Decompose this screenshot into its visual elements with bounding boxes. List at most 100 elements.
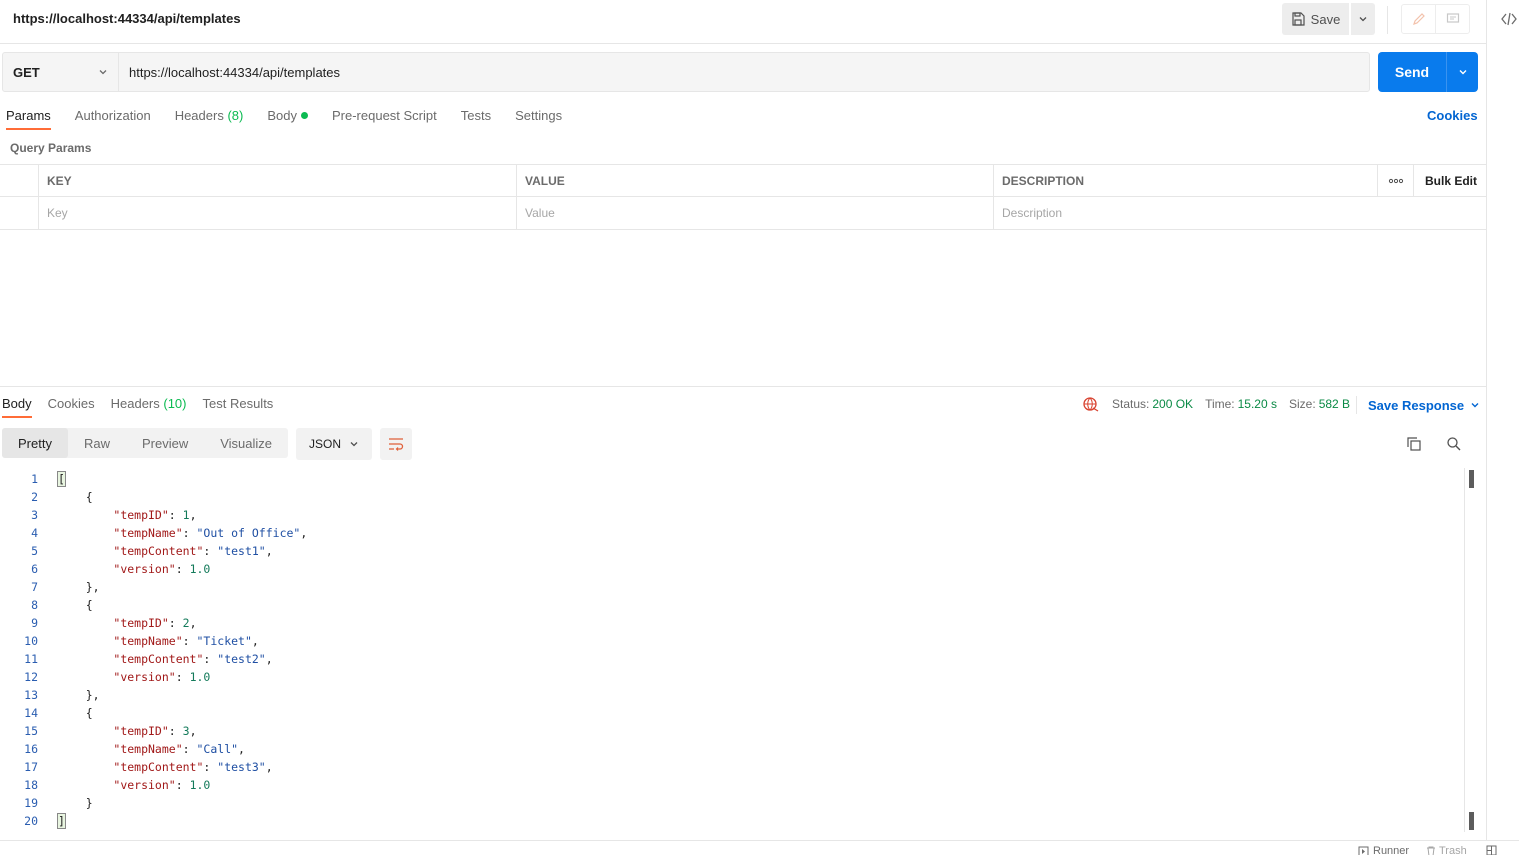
line-number: 12 — [24, 670, 38, 684]
url-input[interactable] — [119, 53, 1369, 91]
tab-headers[interactable]: Headers (8) — [175, 108, 244, 132]
tab-pre-request-script[interactable]: Pre-request Script — [332, 108, 437, 132]
tab-response-headers[interactable]: Headers (10) — [111, 396, 187, 420]
code-text: "tempContent": "test2", — [38, 650, 272, 668]
tab-response-cookies[interactable]: Cookies — [48, 396, 95, 420]
chevron-down-icon — [350, 442, 358, 447]
status-value[interactable]: 200 OK — [1152, 397, 1193, 411]
view-mode-raw[interactable]: Raw — [68, 428, 126, 458]
description-input[interactable]: Description — [994, 197, 1486, 229]
code-token: : — [175, 562, 190, 576]
response-status-bar: Status: 200 OK Time: 15.20 s Size: 582 B — [1082, 396, 1362, 412]
send-dropdown-button[interactable] — [1446, 52, 1478, 92]
copy-button[interactable] — [1406, 436, 1422, 455]
code-text: [ — [38, 470, 66, 488]
chevron-down-icon — [1471, 403, 1479, 408]
key-input[interactable]: Key — [39, 197, 517, 229]
save-icon — [1292, 12, 1305, 26]
code-scrollbar[interactable] — [1464, 468, 1477, 832]
trash-button[interactable]: Trash — [1426, 845, 1467, 855]
view-mode-pretty[interactable]: Pretty — [2, 428, 68, 458]
cookies-link[interactable]: Cookies — [1427, 108, 1478, 123]
line-number: 2 — [31, 490, 38, 504]
code-snippet-button[interactable] — [1500, 10, 1518, 31]
request-header: https://localhost:44334/api/templates Sa… — [0, 0, 1486, 44]
copy-icon — [1407, 437, 1421, 451]
view-mode-preview[interactable]: Preview — [126, 428, 204, 458]
code-token: 1.0 — [189, 670, 211, 684]
method-select[interactable]: GET — [3, 53, 119, 91]
wrap-icon — [389, 438, 404, 451]
tab-tests[interactable]: Tests — [461, 108, 491, 132]
response-body-code[interactable]: 1[2 {3 "tempID": 1, 4 "tempName": "Out of… — [0, 470, 1462, 830]
wrap-lines-button[interactable] — [380, 428, 413, 460]
globe-icon[interactable] — [1082, 396, 1100, 412]
code-line: 13 }, — [0, 686, 1462, 704]
code-token: "test1" — [217, 544, 266, 558]
code-token: : — [182, 526, 197, 540]
save-response-button[interactable]: Save Response — [1356, 396, 1480, 414]
comments-button[interactable] — [1435, 5, 1469, 33]
tab-test-results[interactable]: Test Results — [203, 396, 274, 420]
code-token: , — [251, 634, 259, 648]
code-token: }, — [58, 580, 100, 594]
request-title[interactable]: https://localhost:44334/api/templates — [13, 11, 241, 26]
size-value[interactable]: 582 B — [1319, 397, 1350, 411]
tab-body[interactable]: Body — [267, 108, 308, 132]
tab-params[interactable]: Params — [6, 108, 51, 132]
code-token: , — [238, 742, 245, 756]
code-token: "Out of Office" — [196, 526, 301, 540]
tab-settings[interactable]: Settings — [515, 108, 562, 132]
code-line: 16 "tempName": "Call", — [0, 740, 1462, 758]
method-value: GET — [13, 64, 40, 80]
edit-button[interactable] — [1402, 5, 1435, 33]
checkbox-column-header — [0, 165, 39, 196]
code-token: "tempContent" — [113, 760, 204, 774]
code-token: : — [182, 634, 197, 648]
send-button[interactable]: Send — [1378, 52, 1446, 92]
search-button[interactable] — [1446, 436, 1462, 455]
comment-icon — [1446, 13, 1459, 23]
value-input[interactable]: Value — [517, 197, 994, 229]
runner-button[interactable]: Runner — [1358, 845, 1409, 855]
view-mode-visualize[interactable]: Visualize — [204, 428, 288, 458]
pencil-icon — [1412, 13, 1425, 25]
code-token: "test3" — [217, 760, 266, 774]
code-text: "tempContent": "test1", — [38, 542, 272, 560]
save-button[interactable]: Save — [1282, 3, 1349, 35]
code-token: "tempName" — [113, 634, 183, 648]
response-divider[interactable] — [0, 386, 1486, 387]
code-line: 10 "tempName": "Ticket", — [0, 632, 1462, 650]
bulk-edit-button[interactable]: Bulk Edit — [1414, 165, 1486, 196]
line-number: 17 — [24, 760, 38, 774]
code-text: }, — [38, 578, 100, 596]
layout-toggle-button[interactable] — [1486, 845, 1497, 855]
table-header-row: KEY VALUE DESCRIPTION Bulk Edit — [0, 164, 1486, 197]
trash-label: Trash — [1439, 845, 1467, 855]
code-line: 6 "version": 1.0 — [0, 560, 1462, 578]
column-header-value: VALUE — [517, 165, 994, 196]
code-text: "tempID": 2, — [38, 614, 196, 632]
code-text: "version": 1.0 — [38, 776, 210, 794]
time-value[interactable]: 15.20 s — [1238, 397, 1277, 411]
more-options-button[interactable] — [1378, 165, 1414, 196]
save-dropdown-button[interactable] — [1351, 3, 1375, 35]
tab-authorization[interactable]: Authorization — [75, 108, 151, 132]
code-text: "tempName": "Call", — [38, 740, 245, 758]
format-select[interactable]: JSON — [296, 428, 373, 460]
code-token: 2 — [182, 616, 190, 630]
tab-response-body[interactable]: Body — [2, 396, 32, 420]
view-mode-group: Pretty Raw Preview Visualize — [2, 428, 289, 458]
chevron-down-icon — [1459, 70, 1466, 75]
code-text: ] — [38, 812, 66, 830]
code-token: "tempID" — [113, 724, 169, 738]
runner-icon — [1358, 846, 1369, 855]
code-line: 11 "tempContent": "test2", — [0, 650, 1462, 668]
code-line: 5 "tempContent": "test1", — [0, 542, 1462, 560]
code-token: , — [189, 508, 197, 522]
